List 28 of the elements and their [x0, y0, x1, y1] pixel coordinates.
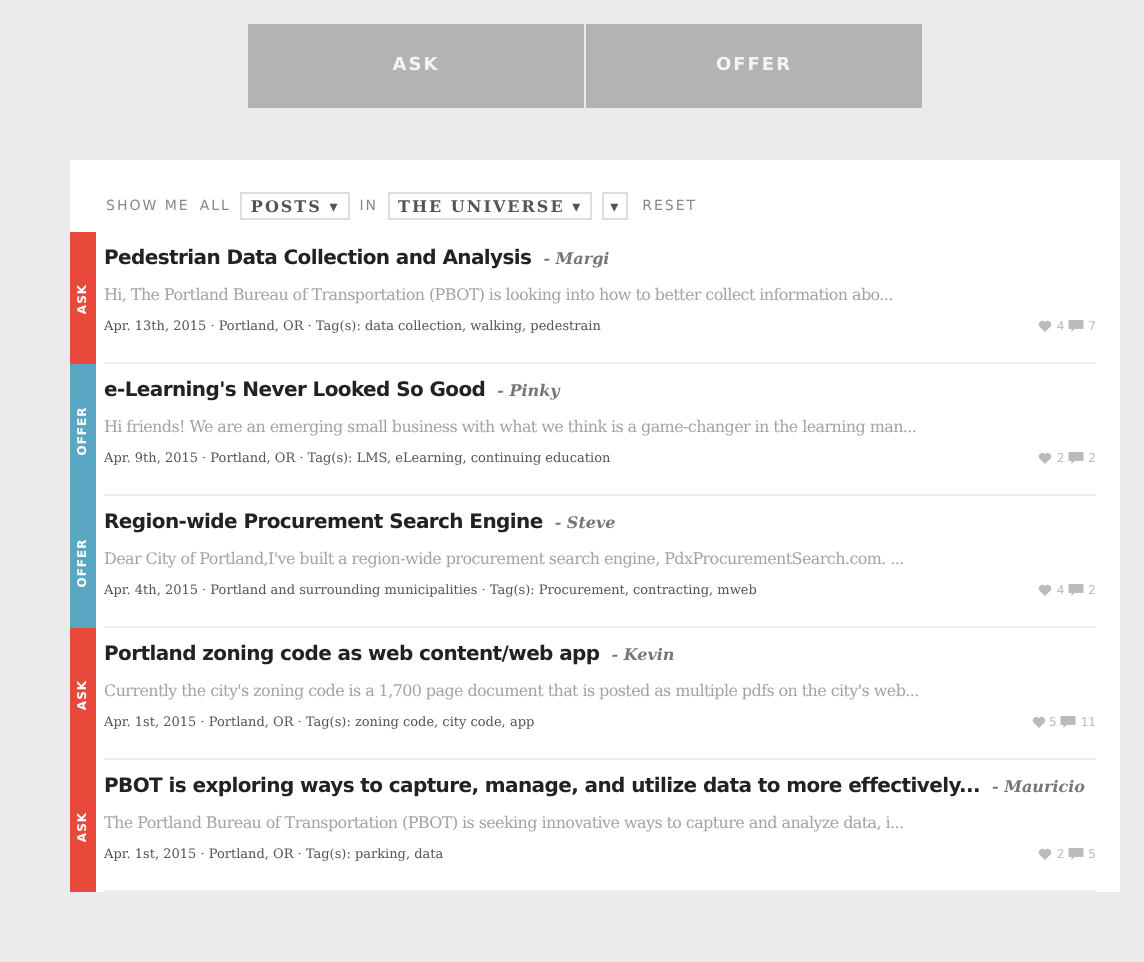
- post-author: - Steve: [554, 512, 616, 532]
- comment-icon: [1068, 320, 1085, 332]
- heart-icon: [1038, 848, 1053, 860]
- extra-select[interactable]: ▾: [602, 191, 629, 219]
- scope-select[interactable]: THE UNIVERSE ▾: [388, 191, 593, 219]
- post-title[interactable]: Region-wide Procurement Search Engine: [104, 512, 543, 534]
- post-excerpt: Hi friends! We are an emerging small business with what we think is a game-changer in the learning man...: [104, 418, 919, 436]
- post-excerpt: Hi, The Portland Bureau of Transportation (PBOT) is looking into how to better collect information abo...: [104, 286, 895, 304]
- post-author: - Kevin: [611, 644, 675, 664]
- post-author: - Mauricio: [992, 776, 1085, 796]
- post-title[interactable]: Portland zoning code as web content/web app: [104, 644, 600, 666]
- post-title[interactable]: e-Learning's Never Looked So Good: [104, 380, 486, 402]
- comment-icon: [1068, 584, 1085, 596]
- post-excerpt: Dear City of Portland,I've built a region-wide procurement search engine, PdxProcurementSearch.com. ...: [104, 550, 906, 568]
- heart-icon: [1038, 320, 1053, 332]
- type-select[interactable]: POSTS ▾: [240, 191, 350, 219]
- post-excerpt: The Portland Bureau of Transportation (PBOT) is seeking innovative ways to capture and analyze data, i...: [104, 814, 906, 832]
- post-author: - Pinky: [497, 380, 560, 400]
- heart-icon: [1031, 716, 1046, 728]
- post-author: - Margi: [543, 248, 610, 268]
- comment-icon: [1068, 848, 1085, 860]
- post-excerpt: Currently the city's zoning code is a 1,700 page document that is posted as multiple pdfs on the city's web...: [104, 682, 921, 700]
- comment-icon: [1060, 716, 1077, 728]
- heart-icon: [1038, 584, 1053, 596]
- heart-icon: [1038, 452, 1053, 464]
- comment-icon: [1068, 452, 1085, 464]
- post-title[interactable]: Pedestrian Data Collection and Analysis: [104, 248, 532, 270]
- post-title[interactable]: PBOT is exploring ways to capture, manage, and utilize data to more effectively...: [104, 776, 981, 798]
